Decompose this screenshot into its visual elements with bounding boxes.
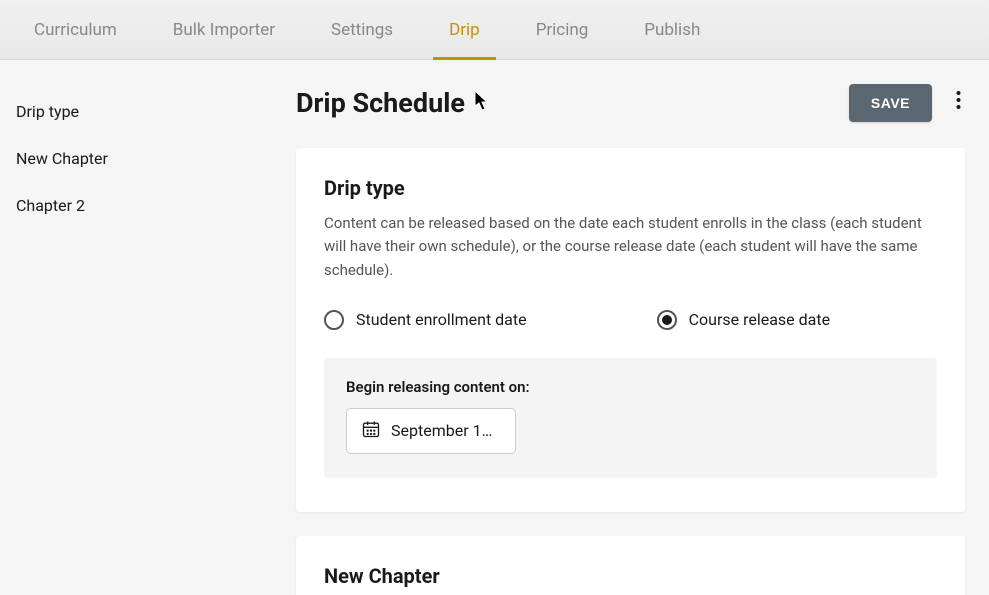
new-chapter-title: New Chapter xyxy=(324,564,937,595)
tab-drip[interactable]: Drip xyxy=(421,0,508,60)
radio-student-enrollment[interactable]: Student enrollment date xyxy=(324,310,527,330)
sidebar-item-drip-type[interactable]: Drip type xyxy=(16,88,264,135)
sidebar: Drip type New Chapter Chapter 2 xyxy=(0,60,280,595)
radio-icon xyxy=(657,310,677,330)
page-title: Drip Schedule xyxy=(296,87,465,119)
release-date-box: Begin releasing content on: xyxy=(324,358,937,478)
radio-course-release[interactable]: Course release date xyxy=(657,310,830,330)
save-button[interactable]: SAVE xyxy=(849,84,932,122)
tab-settings[interactable]: Settings xyxy=(303,0,421,60)
tab-pricing[interactable]: Pricing xyxy=(508,0,617,60)
tab-curriculum[interactable]: Curriculum xyxy=(6,0,145,60)
drip-type-card: Drip type Content can be released based … xyxy=(296,148,965,512)
radio-icon xyxy=(324,310,344,330)
main-content: Drip Schedule SAVE Drip type Content can… xyxy=(280,60,989,595)
drip-type-description: Content can be released based on the dat… xyxy=(324,212,937,282)
top-tabs: Curriculum Bulk Importer Settings Drip P… xyxy=(0,0,989,60)
sidebar-item-new-chapter[interactable]: New Chapter xyxy=(16,135,264,182)
tab-publish[interactable]: Publish xyxy=(616,0,728,60)
release-date-label: Begin releasing content on: xyxy=(346,378,915,396)
release-date-picker[interactable]: September 1… xyxy=(346,408,516,454)
calendar-icon xyxy=(361,419,381,443)
drip-type-title: Drip type xyxy=(324,176,937,200)
more-vertical-icon xyxy=(956,90,961,115)
more-menu-button[interactable] xyxy=(952,86,965,120)
new-chapter-card: New Chapter xyxy=(296,536,965,595)
sidebar-item-chapter-2[interactable]: Chapter 2 xyxy=(16,182,264,229)
radio-label: Student enrollment date xyxy=(356,310,527,329)
tab-bulk-importer[interactable]: Bulk Importer xyxy=(145,0,303,60)
radio-label: Course release date xyxy=(689,310,830,329)
release-date-value: September 1… xyxy=(391,421,492,440)
page-header: Drip Schedule SAVE xyxy=(296,84,965,122)
